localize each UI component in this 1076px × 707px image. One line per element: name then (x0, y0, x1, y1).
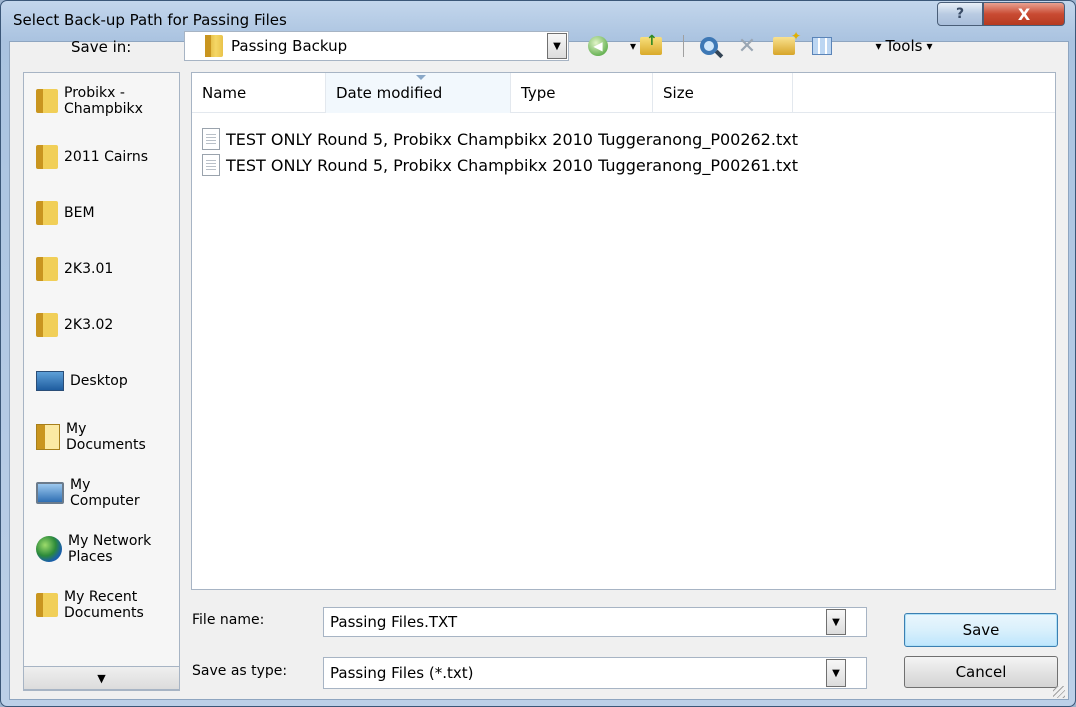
file-row[interactable]: TEST ONLY Round 5, Probikx Champbikx 201… (202, 126, 798, 152)
place-label: 2K3.01 (64, 261, 114, 277)
views-icon (812, 37, 832, 55)
place-label: 2K3.02 (64, 317, 114, 333)
chevron-down-icon[interactable]: ▼ (547, 33, 567, 59)
place-probikx-champbikx[interactable]: Probikx - Champbikx (24, 73, 179, 129)
folder-icon (36, 593, 58, 617)
my-computer-icon (36, 482, 64, 504)
back-arrow-icon: ◀ (588, 36, 608, 56)
place-label: My Network Places (68, 533, 152, 565)
place-my-recent-documents[interactable]: My Recent Documents (24, 577, 179, 633)
place-label: My Computer (70, 477, 140, 509)
views-button[interactable] (807, 34, 837, 58)
folder-icon (36, 201, 58, 225)
toolbar-separator (683, 35, 684, 57)
place-label: Desktop (70, 373, 128, 389)
file-name-value: Passing Files.TXT (330, 613, 458, 631)
place-bem[interactable]: BEM (24, 185, 179, 241)
folder-icon (36, 257, 58, 281)
folder-icon (36, 145, 58, 169)
save-button[interactable]: Save (904, 613, 1058, 647)
file-row[interactable]: TEST ONLY Round 5, Probikx Champbikx 201… (202, 152, 798, 178)
save-as-type-value: Passing Files (*.txt) (330, 664, 474, 682)
text-file-icon (202, 128, 220, 150)
chevron-down-icon[interactable]: ▼ (826, 609, 846, 635)
save-in-dropdown[interactable]: Passing Backup ▼ (184, 31, 569, 61)
file-list[interactable]: Name Date modified Type Size TEST ONLY R… (191, 72, 1056, 590)
place-my-computer[interactable]: My Computer (24, 465, 179, 521)
place-my-documents[interactable]: My Documents (24, 409, 179, 465)
column-header-date-modified[interactable]: Date modified (326, 73, 511, 113)
search-web-button[interactable] (695, 34, 723, 58)
tools-menu-button[interactable]: ▾ Tools ▾ (849, 34, 959, 58)
chevron-down-icon: ▾ (875, 39, 882, 53)
place-label: Probikx - Champbikx (64, 85, 143, 117)
file-name: TEST ONLY Round 5, Probikx Champbikx 201… (226, 155, 798, 175)
save-as-type-label: Save as type: (192, 663, 288, 679)
place-2k3-02[interactable]: 2K3.02 (24, 297, 179, 353)
new-folder-button[interactable] (769, 29, 801, 58)
resize-grip[interactable] (1053, 686, 1065, 698)
back-button[interactable]: ◀ (586, 34, 610, 58)
up-folder-icon (640, 33, 663, 55)
chevron-down-icon: ▾ (926, 39, 933, 53)
column-header-name[interactable]: Name (192, 73, 326, 113)
file-name-label: File name: (192, 612, 265, 628)
window-title: Select Back-up Path for Passing Files (13, 11, 287, 29)
place-label: BEM (64, 205, 95, 221)
folder-icon (205, 35, 223, 57)
save-in-value: Passing Backup (231, 37, 348, 55)
cancel-button[interactable]: Cancel (904, 656, 1058, 688)
network-places-icon (36, 536, 62, 562)
delete-icon: ✕ (737, 33, 757, 59)
text-file-icon (202, 154, 220, 176)
column-header-size[interactable]: Size (653, 73, 793, 113)
chevron-down-icon: ▼ (97, 671, 106, 685)
chevron-down-icon[interactable]: ▾ (630, 39, 636, 53)
place-label: My Documents (66, 421, 146, 453)
help-icon: ? (955, 6, 965, 22)
close-button[interactable]: X (983, 2, 1065, 26)
chevron-down-icon[interactable]: ▼ (826, 659, 846, 687)
dialog-window: Select Back-up Path for Passing Files ? … (0, 0, 1076, 707)
places-scroll-down-button[interactable]: ▼ (23, 666, 180, 690)
save-as-type-dropdown[interactable]: Passing Files (*.txt) ▼ (323, 657, 867, 689)
save-in-label: Save in: (71, 38, 132, 56)
desktop-icon (36, 371, 64, 391)
help-button[interactable]: ? (937, 2, 983, 26)
my-documents-icon (36, 424, 60, 450)
tools-label: Tools (885, 37, 923, 55)
file-name: TEST ONLY Round 5, Probikx Champbikx 201… (226, 129, 798, 149)
folder-icon (36, 313, 58, 337)
up-one-level-button[interactable]: ▾ (619, 33, 673, 58)
places-bar: Probikx - Champbikx 2011 Cairns BEM 2K3.… (23, 72, 180, 691)
place-label: 2011 Cairns (64, 149, 148, 165)
place-desktop[interactable]: Desktop (24, 353, 179, 409)
close-icon: X (1017, 4, 1031, 24)
search-icon (700, 37, 718, 55)
new-folder-icon (773, 29, 801, 55)
place-2011-cairns[interactable]: 2011 Cairns (24, 129, 179, 185)
place-my-network-places[interactable]: My Network Places (24, 521, 179, 577)
folder-icon (36, 89, 58, 113)
column-header-type[interactable]: Type (511, 73, 653, 113)
file-name-field[interactable]: Passing Files.TXT ▼ (323, 607, 867, 637)
delete-button[interactable]: ✕ (733, 33, 761, 59)
place-2k3-01[interactable]: 2K3.01 (24, 241, 179, 297)
place-label: My Recent Documents (64, 589, 144, 621)
column-headers: Name Date modified Type Size (192, 73, 1055, 113)
